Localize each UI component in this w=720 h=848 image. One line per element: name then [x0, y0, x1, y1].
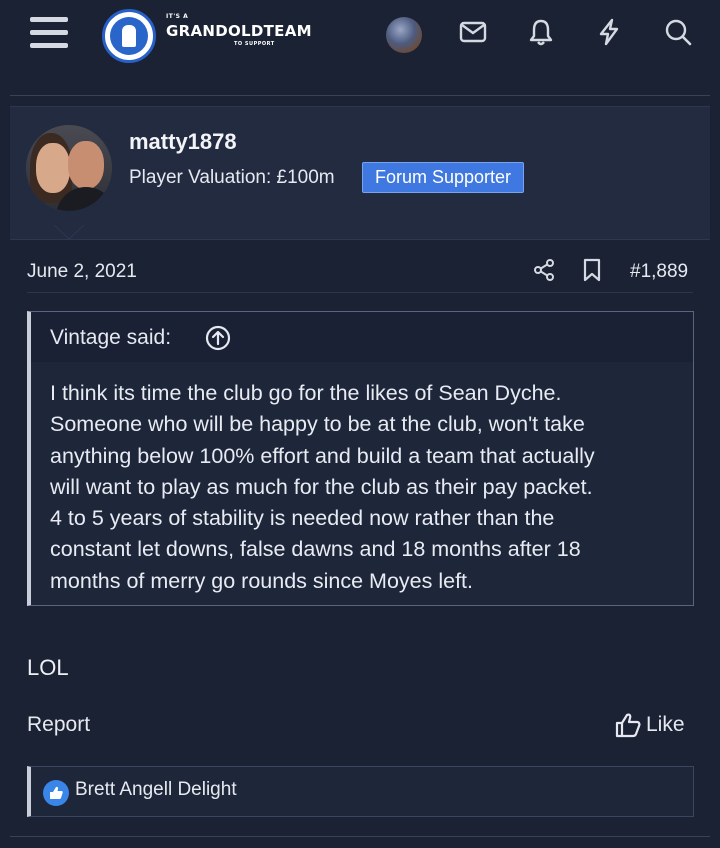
quote-line: will want to play as much for the club a… — [50, 474, 593, 499]
logo-name: GRANDOLDTEAM — [166, 22, 312, 40]
user-panel-pointer — [54, 225, 84, 240]
bell-icon[interactable] — [526, 17, 556, 47]
quote-author[interactable]: Vintage said: — [50, 326, 171, 350]
bookmark-icon[interactable] — [581, 258, 603, 282]
username-link[interactable]: matty1878 — [129, 129, 237, 155]
quote-text: I think its time the club go for the lik… — [50, 378, 690, 597]
top-navigation: IT'S A GRANDOLDTEAM TO SUPPORT — [0, 0, 720, 78]
user-avatar[interactable] — [26, 125, 112, 211]
post-message: LOL — [27, 655, 69, 680]
quote-block: Vintage said: I think its time the club … — [27, 311, 694, 606]
header-divider — [10, 95, 710, 96]
menu-icon[interactable] — [30, 17, 68, 49]
lightning-icon[interactable] — [594, 17, 624, 47]
like-reaction-icon[interactable] — [43, 780, 69, 806]
post-number-link[interactable]: #1,889 — [630, 261, 688, 283]
quote-line: months of merry go rounds since Moyes le… — [50, 568, 474, 593]
forum-supporter-badge: Forum Supporter — [362, 162, 525, 193]
reaction-users[interactable]: Brett Angell Delight — [75, 779, 237, 801]
quote-header: Vintage said: — [31, 312, 693, 362]
quote-line: 4 to 5 years of stability is needed now … — [50, 506, 555, 531]
quote-line: I think its time the club go for the lik… — [50, 381, 562, 405]
quote-line: Someone who will be happy to be at the c… — [50, 412, 585, 437]
site-logo-text[interactable]: IT'S A GRANDOLDTEAM TO SUPPORT — [166, 14, 312, 47]
search-icon[interactable] — [663, 17, 693, 47]
quote-line: anything below 100% effort and build a t… — [50, 443, 595, 468]
mail-icon[interactable] — [458, 17, 488, 47]
meta-divider — [27, 292, 693, 293]
site-logo[interactable] — [102, 9, 156, 63]
arrow-up-circle-icon[interactable] — [205, 325, 231, 351]
reactions-bar: Brett Angell Delight — [27, 766, 694, 817]
logo-small-top: IT'S A — [166, 13, 189, 20]
post-date[interactable]: June 2, 2021 — [27, 261, 137, 283]
account-avatar[interactable] — [386, 17, 422, 53]
thumbs-up-icon — [615, 713, 641, 738]
user-valuation: Player Valuation: £100m — [129, 167, 335, 188]
share-icon[interactable] — [533, 258, 555, 282]
post-bottom-divider — [10, 836, 710, 837]
quote-line: constant let downs, false dawns and 18 m… — [50, 537, 581, 562]
user-info-panel: matty1878 Player Valuation: £100m Forum … — [10, 106, 710, 240]
report-link[interactable]: Report — [27, 713, 90, 737]
like-label: Like — [646, 713, 685, 736]
logo-small-bottom: TO SUPPORT — [234, 41, 275, 47]
like-button[interactable]: Like — [614, 710, 685, 740]
